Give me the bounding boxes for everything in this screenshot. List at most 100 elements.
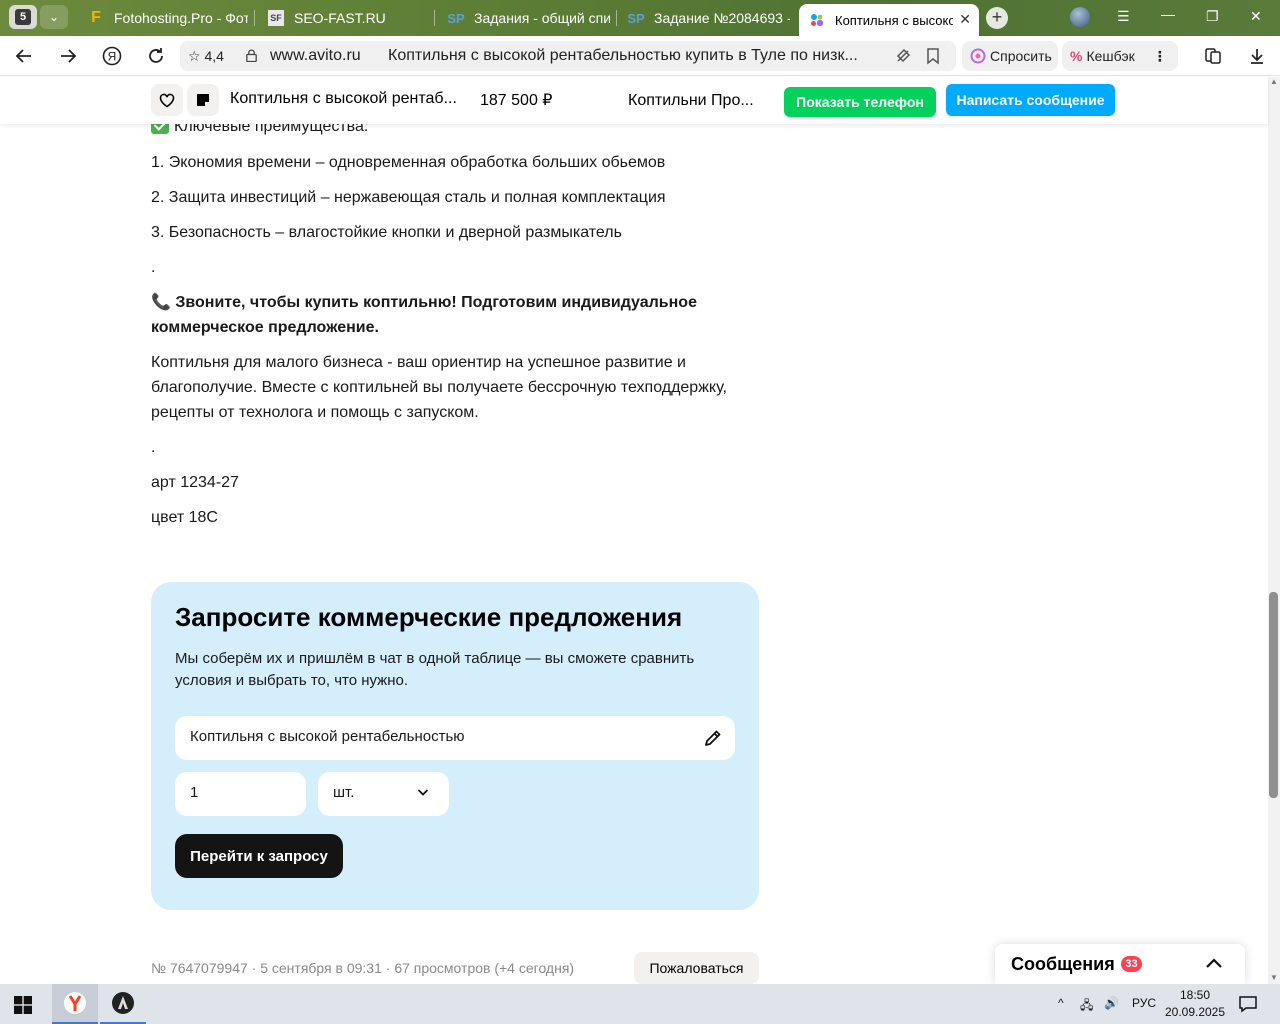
more-vertical-icon[interactable]: ⋮: [1153, 48, 1167, 65]
taskbar-yandex-browser[interactable]: [52, 984, 98, 1024]
product-name-field[interactable]: Коптильня с высокой рентабельностью: [175, 716, 735, 760]
ask-label: Спросить: [990, 48, 1052, 64]
advantage-item: 3. Безопасность – влагостойкие кнопки и …: [151, 224, 622, 241]
address-bar[interactable]: ☆ 4,4 www.avito.ru Коптильня с высокой р…: [180, 41, 956, 71]
call-to-action: 📞 Звоните, чтобы купить коптильню! Подго…: [151, 290, 697, 315]
tab-tasks-list[interactable]: SP Задания - общий спис: [438, 4, 610, 32]
product-name-value: Коптильня с высокой рентабельностью: [190, 728, 465, 745]
svg-text:Я: Я: [108, 50, 117, 64]
tab-avito-active[interactable]: Коптильня с высоко ✕: [799, 4, 979, 36]
tab-task-2084693[interactable]: SP Задание №2084693 - г: [618, 4, 790, 32]
collections-icon[interactable]: [1201, 44, 1225, 68]
reload-icon[interactable]: [144, 44, 168, 68]
listing-meta-info: № 7647079947 · 5 сентября в 09:31 · 67 п…: [151, 960, 575, 976]
sticky-product-title: Коптильня с высокой рентаб...: [230, 90, 457, 107]
description-paragraph: Коптильня для малого бизнеса - ваш ориен…: [151, 354, 727, 421]
windows-taskbar: ^ 🖧 🔊 РУС 18:50 20.09.2025: [0, 984, 1280, 1024]
tray-expand-icon[interactable]: ^: [1058, 996, 1064, 1010]
color-info: цвет 18С: [151, 509, 218, 526]
sticky-price: 187 500 ₽: [480, 92, 553, 109]
taskbar-clock[interactable]: 18:50 20.09.2025: [1160, 987, 1230, 1021]
network-icon[interactable]: 🖧: [1080, 996, 1093, 1017]
rating-value: 4,4: [204, 48, 224, 64]
scroll-up-icon[interactable]: ▲: [1270, 77, 1278, 86]
bookmark-icon[interactable]: [924, 47, 942, 65]
url-page-title: Коптильня с высокой рентабельностью купи…: [388, 47, 858, 64]
download-icon[interactable]: [1245, 44, 1269, 68]
page-scrollbar[interactable]: ▲ ▼: [1268, 77, 1280, 984]
sp-icon: SP: [627, 10, 645, 26]
tab-title: Задание №2084693 - г: [654, 10, 790, 26]
add-to-favorites-button[interactable]: [151, 84, 183, 116]
unit-select[interactable]: шт.: [318, 772, 449, 816]
report-button[interactable]: Пожаловаться: [634, 952, 759, 984]
avito-logo-icon: [809, 12, 825, 28]
browser-toolbar: Я ☆ 4,4 www.avito.ru Коптильня с высокой…: [0, 36, 1280, 76]
cashback-label: Кешбэк: [1086, 48, 1135, 64]
note-icon: [197, 94, 209, 106]
seo-fast-icon: SF: [268, 10, 284, 26]
tab-title: Коптильня с высоко: [835, 12, 953, 28]
scrollbar-thumb[interactable]: [1269, 592, 1278, 798]
tab-title: Задания - общий спис: [474, 10, 610, 26]
messages-count-badge: 33: [1121, 956, 1142, 972]
chevron-down-icon: [417, 789, 429, 796]
tab-seo-fast[interactable]: SF SEO-FAST.RU: [258, 4, 428, 32]
clock-time: 18:50: [1179, 988, 1211, 1002]
minimize-icon[interactable]: —: [1161, 6, 1175, 22]
sticky-seller-link[interactable]: Коптильни Про...: [628, 92, 754, 110]
tabs-dropdown-icon[interactable]: ⌄: [40, 5, 68, 29]
yandex-browser-icon: [64, 992, 86, 1014]
forward-icon[interactable]: [56, 44, 80, 68]
request-quotes-card: Запросите коммерческие предложения Мы со…: [151, 582, 759, 910]
yandex-icon[interactable]: Я: [100, 44, 124, 68]
pencil-icon[interactable]: [703, 728, 723, 748]
add-note-button[interactable]: [187, 84, 219, 116]
lock-icon[interactable]: [246, 49, 257, 62]
messages-label: Сообщения: [1011, 954, 1115, 974]
article-number: арт 1234-27: [151, 474, 239, 491]
no-tracking-icon[interactable]: [894, 47, 912, 65]
scroll-down-icon[interactable]: ▼: [1270, 973, 1278, 982]
tab-separator: [434, 10, 435, 26]
quantity-input[interactable]: 1: [175, 772, 306, 816]
app-icon: [112, 992, 134, 1014]
menu-icon[interactable]: ☰: [1117, 8, 1130, 25]
windows-start-icon[interactable]: [14, 996, 32, 1014]
notifications-icon[interactable]: [1238, 994, 1258, 1014]
tab-separator: [616, 10, 617, 26]
fotohosting-icon: F: [91, 9, 101, 26]
sp-icon: SP: [447, 10, 465, 26]
rfq-title: Запросите коммерческие предложения: [175, 602, 683, 632]
tab-fotohosting[interactable]: F Fotohosting.Pro - Фото: [78, 4, 248, 32]
new-tab-button[interactable]: +: [986, 7, 1008, 29]
tab-counter-button[interactable]: 5: [9, 5, 37, 29]
write-message-button[interactable]: Написать сообщение: [946, 84, 1115, 116]
tab-title: Fotohosting.Pro - Фото: [114, 10, 248, 26]
call-line-1: Звоните, чтобы купить коптильню! Подгото…: [175, 294, 697, 311]
site-rating[interactable]: ☆ 4,4: [188, 48, 224, 65]
tab-separator: [254, 10, 255, 26]
close-window-icon[interactable]: ✕: [1250, 8, 1262, 25]
close-tab-icon[interactable]: ✕: [959, 11, 971, 28]
chevron-up-icon[interactable]: [1205, 956, 1223, 970]
heart-icon: [159, 93, 175, 107]
volume-icon[interactable]: 🔊: [1104, 996, 1119, 1010]
restore-icon[interactable]: ❐: [1206, 8, 1219, 25]
cashback-button[interactable]: % Кешбэк ⋮: [1062, 41, 1178, 71]
separator-dot: .: [151, 439, 156, 456]
url-domain: www.avito.ru: [270, 47, 361, 64]
sticky-product-bar: Коптильня с высокой рентаб... 187 500 ₽ …: [0, 77, 1268, 124]
profile-avatar[interactable]: [1070, 7, 1090, 27]
language-indicator[interactable]: РУС: [1132, 996, 1156, 1010]
go-to-request-button[interactable]: Перейти к запросу: [175, 834, 343, 878]
clock-date: 20.09.2025: [1164, 1005, 1226, 1019]
tab-title: SEO-FAST.RU: [294, 10, 386, 26]
show-phone-button[interactable]: Показать телефон: [784, 87, 936, 117]
messages-widget[interactable]: Сообщения 33: [995, 944, 1245, 984]
ask-alice-button[interactable]: Спросить: [962, 41, 1058, 71]
percent-icon: %: [1070, 48, 1083, 64]
advantage-item: 1. Экономия времени – одновременная обра…: [151, 154, 666, 171]
taskbar-app-2[interactable]: [100, 984, 146, 1024]
back-icon[interactable]: [12, 44, 36, 68]
